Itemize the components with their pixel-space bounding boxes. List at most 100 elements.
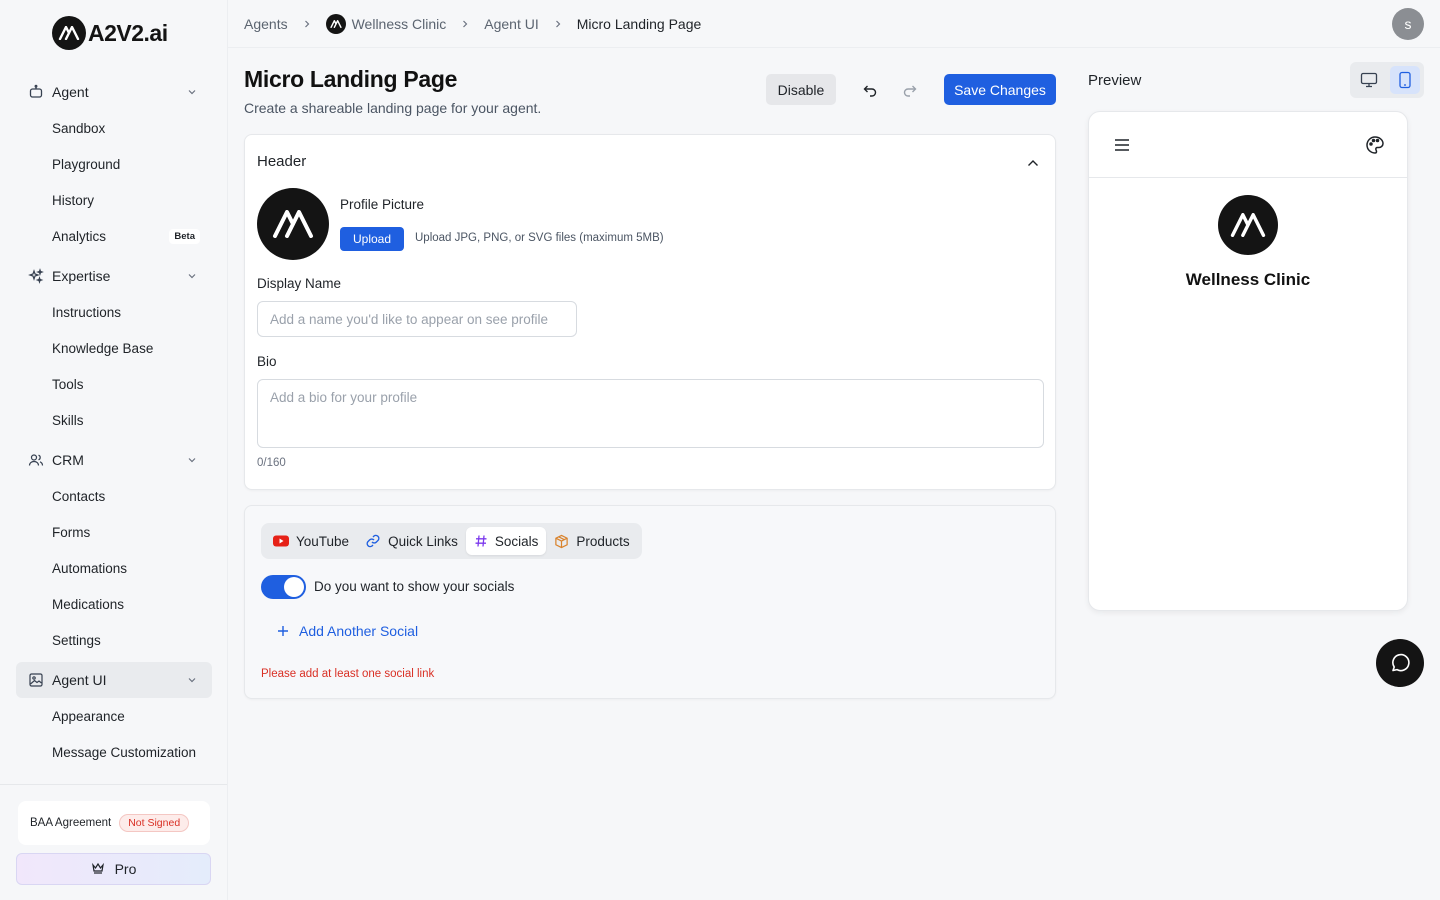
desktop-preview-button[interactable] [1354, 66, 1384, 94]
palette-icon[interactable] [1365, 135, 1385, 155]
baa-agreement[interactable]: BAA Agreement Not Signed [18, 801, 210, 845]
brand-name: A2V2.ai [88, 19, 168, 46]
upload-button[interactable]: Upload [340, 227, 404, 251]
upload-hint: Upload JPG, PNG, or SVG files (maximum 5… [415, 232, 664, 244]
logo-mark-icon [1230, 213, 1266, 237]
sidebar-section-label: CRM [52, 452, 84, 468]
sidebar-item-history[interactable]: History [16, 182, 212, 218]
pro-button[interactable]: Pro [16, 853, 211, 885]
redo-icon [903, 85, 917, 97]
brand-logo[interactable]: A2V2.ai [52, 16, 168, 50]
breadcrumb-agents[interactable]: Agents [244, 16, 288, 32]
display-name-label: Display Name [257, 276, 342, 291]
hamburger-menu-icon[interactable] [1113, 136, 1131, 154]
sidebar-section-label: Agent [52, 84, 89, 100]
sidebar-section-label: Expertise [52, 268, 111, 284]
breadcrumb-label: Wellness Clinic [351, 16, 447, 32]
hash-icon [475, 535, 487, 547]
baa-status-badge: Not Signed [119, 814, 190, 832]
sidebar-item-instructions[interactable]: Instructions [16, 294, 212, 330]
sidebar-item-label: History [52, 192, 95, 208]
logo-mark-icon [52, 16, 86, 50]
sidebar-item-label: Instructions [52, 304, 122, 320]
plus-icon [278, 626, 288, 636]
sidebar-section-label: Agent UI [52, 672, 107, 688]
header-card-title: Header [257, 153, 307, 170]
mobile-preview-button[interactable] [1390, 66, 1420, 94]
chevron-right-icon [302, 19, 312, 29]
sidebar-item-contacts[interactable]: Contacts [16, 478, 212, 514]
sidebar-item-label: Contacts [52, 488, 106, 504]
bio-textarea[interactable] [257, 379, 1044, 448]
sidebar-item-settings[interactable]: Settings [16, 622, 212, 658]
sidebar-section-expertise[interactable]: Expertise [16, 258, 212, 294]
chevron-down-icon [186, 673, 200, 687]
sidebar-item-label: Sandbox [52, 120, 106, 136]
chevron-down-icon [186, 453, 200, 467]
tab-socials[interactable]: Socials [465, 527, 547, 555]
monitor-icon [1360, 72, 1378, 88]
sidebar-item-tools[interactable]: Tools [16, 366, 212, 402]
smartphone-icon [1399, 71, 1411, 89]
socials-error-message: Please add at least one social link [261, 668, 435, 680]
content-tabs: YouTube Quick Links Socials Products [261, 523, 642, 559]
agent-avatar [325, 14, 346, 34]
toggle-knob [284, 577, 304, 597]
save-changes-button[interactable]: Save Changes [944, 74, 1056, 105]
sidebar-item-label: Analytics [52, 228, 107, 244]
sidebar-item-sandbox[interactable]: Sandbox [16, 110, 212, 146]
sidebar-item-automations[interactable]: Automations [16, 550, 212, 586]
sidebar: A2V2.ai Agent Sandbox Playground History… [0, 0, 228, 900]
breadcrumb: Agents Wellness Clinic Agent UI Micro La… [244, 0, 701, 48]
sidebar-item-playground[interactable]: Playground [16, 146, 212, 182]
redo-button[interactable] [900, 80, 920, 100]
sparkles-icon [28, 268, 44, 284]
show-socials-toggle[interactable] [261, 575, 306, 599]
sidebar-item-label: Automations [52, 560, 128, 576]
users-icon [28, 452, 44, 468]
breadcrumb-current: Micro Landing Page [576, 16, 702, 32]
disable-button[interactable]: Disable [766, 74, 836, 105]
link-icon [366, 534, 380, 548]
tab-label: Products [576, 533, 630, 549]
sidebar-item-label: Message Customization [52, 744, 197, 760]
user-avatar[interactable]: s [1392, 8, 1424, 40]
sidebar-item-label: Playground [52, 156, 121, 172]
message-circle-icon [1392, 653, 1410, 672]
youtube-icon [273, 535, 289, 547]
add-social-label: Add Another Social [299, 623, 419, 639]
breadcrumb-agent-ui[interactable]: Agent UI [484, 16, 538, 32]
chat-launcher-button[interactable] [1376, 639, 1424, 687]
sidebar-item-skills[interactable]: Skills [16, 402, 212, 438]
profile-picture-label: Profile Picture [340, 197, 425, 212]
display-name-input[interactable] [257, 301, 577, 337]
sidebar-item-forms[interactable]: Forms [16, 514, 212, 550]
logo-mark-icon [273, 210, 313, 238]
undo-button[interactable] [860, 80, 880, 100]
crown-icon [91, 861, 105, 878]
sidebar-item-label: Settings [52, 632, 101, 648]
show-socials-label: Do you want to show your socials [314, 579, 515, 594]
sidebar-item-medications[interactable]: Medications [16, 586, 212, 622]
collapse-header-button[interactable] [1025, 155, 1041, 171]
tab-quick-links[interactable]: Quick Links [357, 527, 466, 555]
sidebar-item-knowledge-base[interactable]: Knowledge Base [16, 330, 212, 366]
sidebar-footer: BAA Agreement Not Signed Pro [0, 784, 227, 900]
preview-header [1089, 112, 1407, 178]
breadcrumb-wellness-clinic[interactable]: Wellness Clinic [325, 14, 447, 34]
sidebar-item-appearance[interactable]: Appearance [16, 698, 212, 734]
sidebar-section-agent[interactable]: Agent [16, 74, 212, 110]
preview-title: Preview [1088, 72, 1142, 89]
sidebar-item-message-customization[interactable]: Message Customization [16, 734, 212, 770]
mobile-preview-frame: Wellness Clinic [1088, 111, 1408, 611]
sidebar-section-crm[interactable]: CRM [16, 442, 212, 478]
tab-products[interactable]: Products [546, 527, 637, 555]
sidebar-item-analytics[interactable]: Analytics Beta [16, 218, 212, 254]
tab-youtube[interactable]: YouTube [265, 527, 357, 555]
chevron-right-icon [460, 19, 470, 29]
baa-label: BAA Agreement [30, 817, 112, 829]
tab-label: YouTube [296, 533, 350, 549]
undo-icon [863, 85, 877, 97]
sidebar-section-agent-ui[interactable]: Agent UI [16, 662, 212, 698]
add-another-social-button[interactable]: Add Another Social [277, 623, 418, 639]
